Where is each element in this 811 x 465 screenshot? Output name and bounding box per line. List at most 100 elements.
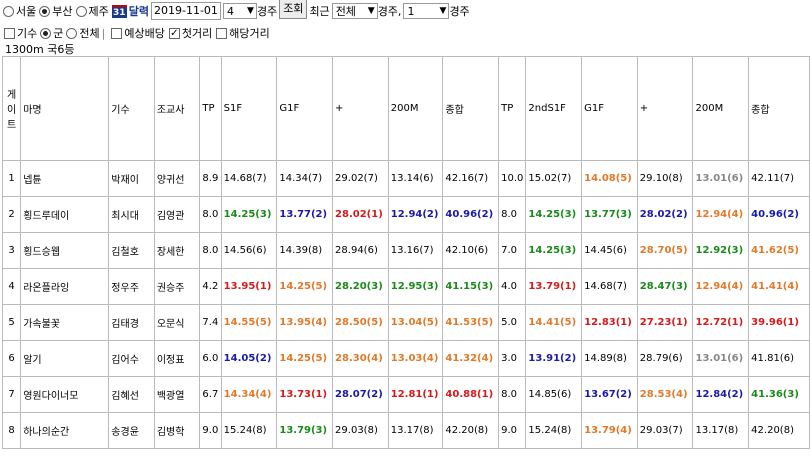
200m-cell: 13.17(8) xyxy=(387,412,444,449)
g1f-cell: 13.79(3) xyxy=(276,412,334,449)
plus-cell: 29.02(7) xyxy=(332,160,389,197)
gate-cell: 7 xyxy=(1,376,22,413)
trainer-cell: 양귀선 xyxy=(153,160,201,197)
header-jockey: 기수 xyxy=(108,56,155,161)
200m-2-cell: 13.01(6) xyxy=(692,160,750,197)
tp-cell: 8.0 xyxy=(199,232,222,269)
header-tp-2: TP xyxy=(498,56,527,161)
total-cell: 41.15(3) xyxy=(442,268,500,305)
same-distance-checkbox[interactable] xyxy=(216,27,228,39)
2nd-s1f-cell: 15.24(8) xyxy=(525,412,583,449)
jockey-cell: 박재이 xyxy=(108,160,155,197)
trainer-cell: 이정표 xyxy=(153,340,201,377)
2nd-s1f-cell: 14.25(3) xyxy=(525,196,583,233)
header-2nd-s1f: 2ndS1F xyxy=(525,56,583,161)
calendar-icon[interactable]: 31 xyxy=(111,4,127,18)
expected-odds-label: 예상배당 xyxy=(124,27,165,40)
calendar-link[interactable]: 달력 xyxy=(129,3,149,19)
group-radio-all[interactable] xyxy=(66,27,78,39)
plus-cell: 29.03(8) xyxy=(332,412,389,449)
tp2-cell: 3.0 xyxy=(498,340,527,377)
region-radio-seoul[interactable] xyxy=(3,5,14,17)
plus-2-cell: 28.02(2) xyxy=(636,196,694,233)
header-g1f-2: G1F xyxy=(581,56,638,161)
g1f-2-cell: 12.83(1) xyxy=(581,304,638,341)
tp2-cell: 7.0 xyxy=(498,232,527,269)
jockey-cell: 김태경 xyxy=(108,304,155,341)
horse-name-cell: 영원다이너모 xyxy=(20,376,110,413)
g1f-cell: 14.39(8) xyxy=(276,232,334,269)
horse-name-cell: 하나의순간 xyxy=(20,412,110,449)
recent-label: 최근 xyxy=(309,5,330,18)
200m-cell: 13.04(5) xyxy=(387,304,444,341)
group-radio-gun[interactable] xyxy=(40,27,52,39)
total-cell: 40.88(1) xyxy=(442,376,500,413)
race-count-select[interactable]: 1 ▼ xyxy=(403,3,450,19)
g1f-2-cell: 14.89(8) xyxy=(581,340,638,377)
jockey-cell: 최시대 xyxy=(108,196,155,233)
table-header-row: 게이트 마명 기수 조교사 TP S1F G1F + 200M 종합 TP 2n… xyxy=(1,56,810,161)
g1f-2-cell: 14.68(7) xyxy=(581,268,638,305)
total-cell: 42.16(7) xyxy=(442,160,500,197)
tp2-cell: 9.0 xyxy=(498,412,527,449)
jockey-checkbox[interactable] xyxy=(4,27,15,39)
tp-cell: 6.7 xyxy=(199,376,222,413)
race-number-select[interactable]: 4 ▼ xyxy=(222,3,257,19)
tp-cell: 9.0 xyxy=(199,412,222,449)
2nd-s1f-cell: 14.41(5) xyxy=(525,304,583,341)
header-tp: TP xyxy=(199,56,222,161)
2nd-s1f-cell: 13.79(1) xyxy=(525,268,583,305)
region-radio-busan[interactable] xyxy=(39,5,51,17)
total-cell: 40.96(2) xyxy=(442,196,500,233)
tp2-cell: 10.0 xyxy=(498,160,527,197)
lookup-button[interactable]: 조회 xyxy=(279,0,308,19)
trainer-cell: 권승주 xyxy=(153,268,201,305)
jockey-cell: 정우주 xyxy=(108,268,155,305)
options-bar: 기수 군 전체 | 예상배당 ✓ 첫거리 해당거리 xyxy=(0,24,270,42)
region-radio-jeju[interactable] xyxy=(75,5,87,17)
header-200m-2: 200M xyxy=(692,56,750,161)
total-2-cell: 42.11(7) xyxy=(748,160,810,197)
total-2-cell: 41.62(5) xyxy=(748,232,810,269)
gate-cell: 4 xyxy=(1,268,22,305)
total-cell: 41.32(4) xyxy=(442,340,500,377)
table-row: 8 하나의순간 송경윤 김병학 9.0 15.24(8) 13.79(3) 29.03(8) 1… xyxy=(1,412,810,449)
date-input[interactable]: 2019-11-01 xyxy=(151,2,221,20)
200m-cell: 13.03(4) xyxy=(387,340,444,377)
200m-2-cell: 12.72(1) xyxy=(692,304,750,341)
race-table: 게이트 마명 기수 조교사 TP S1F G1F + 200M 종합 TP 2n… xyxy=(1,56,810,449)
total-2-cell: 40.96(2) xyxy=(748,196,810,233)
recent-scope-select[interactable]: 전체 ▼ xyxy=(331,3,378,19)
race-count-value: 1 xyxy=(407,4,415,18)
first-distance-checkbox[interactable]: ✓ xyxy=(168,27,180,39)
200m-cell: 13.14(6) xyxy=(387,160,444,197)
s1f-cell: 14.68(7) xyxy=(220,160,278,197)
horse-name-cell: 넵튠 xyxy=(20,160,110,197)
group-label-all: 전체 xyxy=(79,27,100,40)
jockey-cell: 김혜선 xyxy=(108,376,155,413)
200m-cell: 12.81(1) xyxy=(387,376,444,413)
g1f-2-cell: 13.79(4) xyxy=(581,412,638,449)
horse-name-cell: 횡드루데이 xyxy=(20,196,110,233)
race-info: 1300m 국6등 xyxy=(5,43,75,56)
filter-bar: 서울 부산 제주 31 달력 2019-11-01 4 ▼ 경주 조회 최근 전… xyxy=(0,0,811,22)
200m-cell: 13.16(7) xyxy=(387,232,444,269)
2nd-s1f-cell: 14.85(6) xyxy=(525,376,583,413)
200m-2-cell: 12.84(2) xyxy=(692,376,750,413)
header-horse: 마명 xyxy=(20,56,110,161)
expected-odds-checkbox[interactable] xyxy=(111,27,123,39)
2nd-s1f-cell: 13.91(2) xyxy=(525,340,583,377)
tp-cell: 6.0 xyxy=(199,340,222,377)
s1f-cell: 14.56(6) xyxy=(220,232,278,269)
recent-scope-value: 전체 xyxy=(335,5,356,18)
total-cell: 41.53(5) xyxy=(442,304,500,341)
g1f-cell: 13.77(2) xyxy=(276,196,334,233)
plus-cell: 28.07(2) xyxy=(332,376,389,413)
jockey-cell: 김어수 xyxy=(108,340,155,377)
g1f-cell: 14.34(7) xyxy=(276,160,334,197)
separator: | xyxy=(101,26,106,40)
region-label-seoul: 서울 xyxy=(16,5,37,18)
race-suffix-label-3: 경주 xyxy=(449,5,470,18)
tp-cell: 8.0 xyxy=(199,196,222,233)
g1f-cell: 13.95(4) xyxy=(276,304,334,341)
